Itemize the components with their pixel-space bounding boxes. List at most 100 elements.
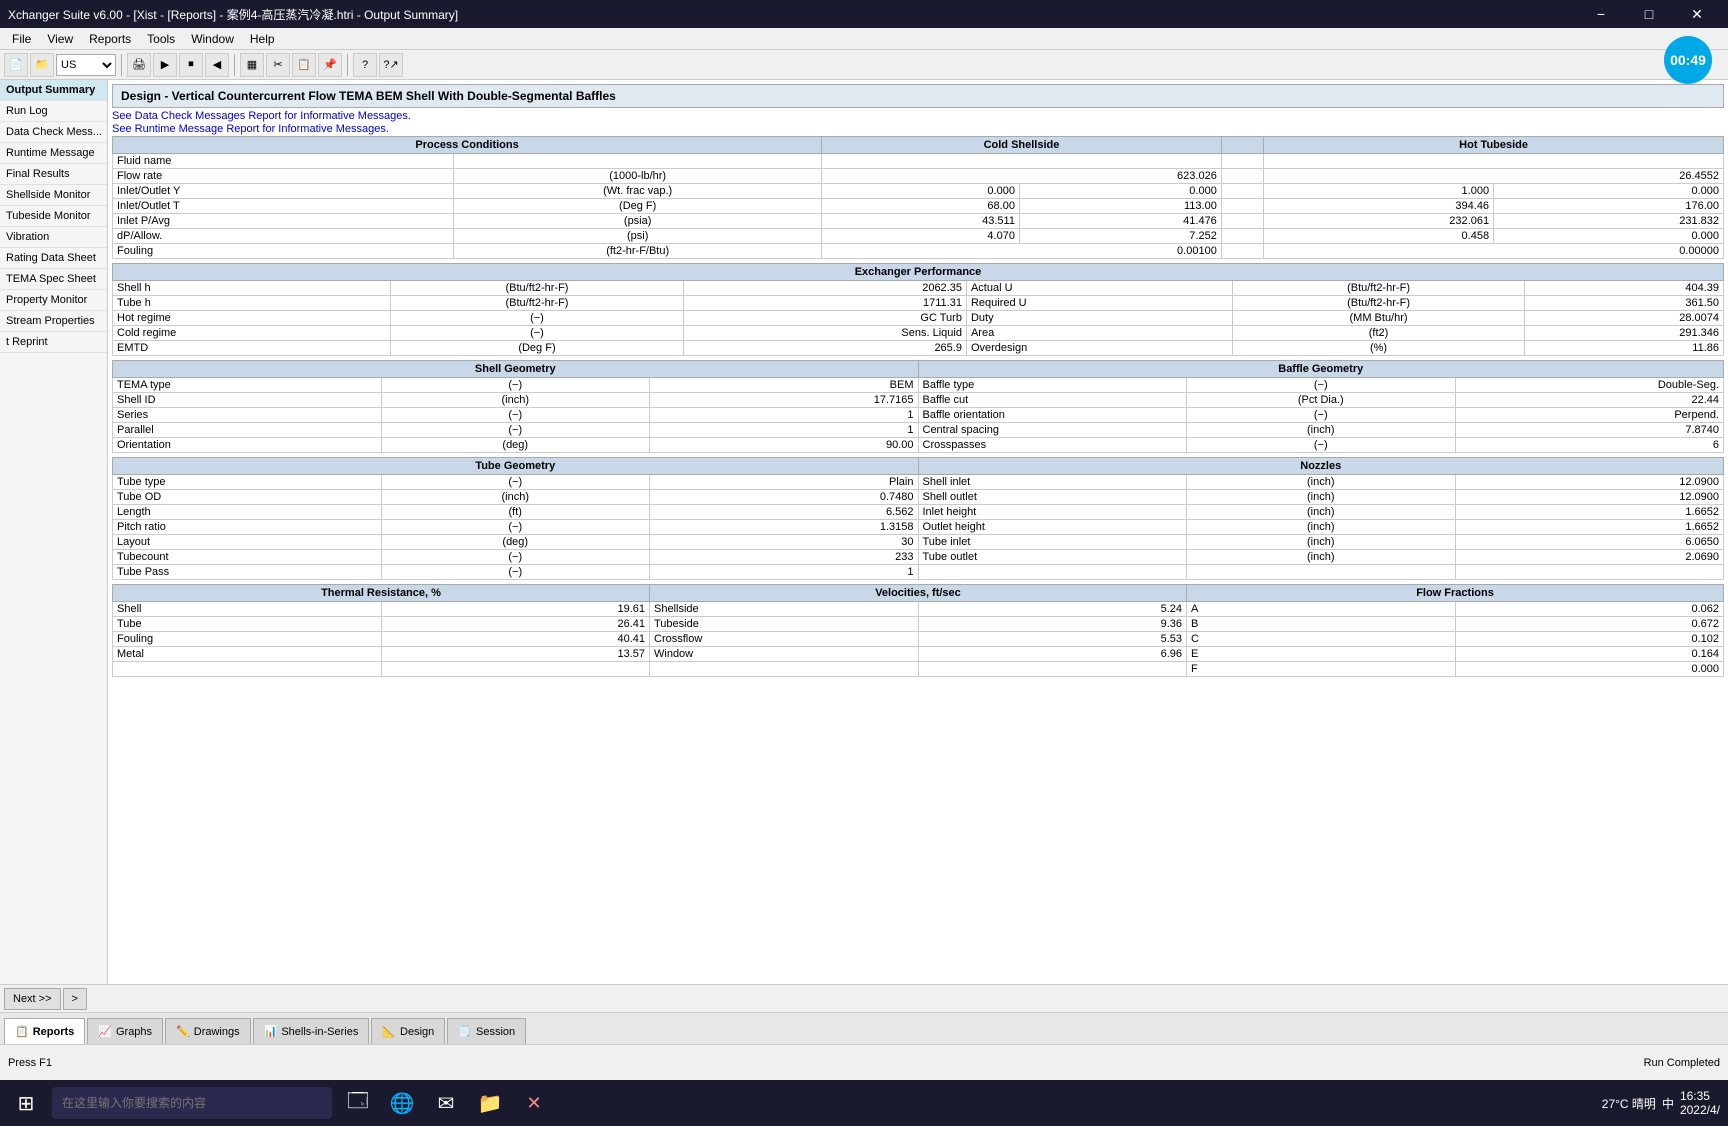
status-bar: Press F1 Run Completed xyxy=(0,1044,1728,1080)
taskbar-files[interactable]: 📁 xyxy=(472,1085,508,1121)
toolbar-help[interactable]: ? xyxy=(353,53,377,77)
lang-label: 中 xyxy=(1662,1095,1674,1112)
table-row: Shell h (Btu/ft2-hr-F) 2062.35 Actual U … xyxy=(113,281,1724,296)
tab-session[interactable]: 🗒️ Session xyxy=(447,1018,526,1044)
sidebar-item-stream-properties[interactable]: Stream Properties xyxy=(0,311,107,332)
toolbar-cut[interactable]: ✂ xyxy=(266,53,290,77)
toolbar-run[interactable]: ▶ xyxy=(153,53,177,77)
sidebar-item-vibration[interactable]: Vibration xyxy=(0,227,107,248)
press-f1-label: Press F1 xyxy=(8,1057,52,1069)
sidebar-item-property-monitor[interactable]: Property Monitor xyxy=(0,290,107,311)
toolbar-open[interactable]: 📁 xyxy=(30,53,54,77)
flow-fractions-header: Flow Fractions xyxy=(1187,585,1724,602)
arrow-button[interactable]: > xyxy=(63,988,87,1010)
window-controls: − □ ✕ xyxy=(1578,0,1720,28)
toolbar-paste[interactable]: 📌 xyxy=(318,53,342,77)
sidebar-item-runtime[interactable]: Runtime Message xyxy=(0,143,107,164)
close-button[interactable]: ✕ xyxy=(1674,0,1720,28)
tab-shells-label: Shells-in-Series xyxy=(281,1026,358,1038)
tab-drawings[interactable]: ✏️ Drawings xyxy=(165,1018,251,1044)
table-row: Fluid name xyxy=(113,154,1724,169)
table-row: Orientation(deg)90.00 Crosspasses(−)6 xyxy=(113,438,1724,453)
table-row: Inlet/Outlet Y (Wt. frac vap.) 0.000 0.0… xyxy=(113,184,1724,199)
sidebar-item-shellside-monitor[interactable]: Shellside Monitor xyxy=(0,185,107,206)
toolbar-about[interactable]: ?↗ xyxy=(379,53,403,77)
table-row: Pitch ratio(−)1.3158 Outlet height(inch)… xyxy=(113,520,1724,535)
tab-graphs-label: Graphs xyxy=(116,1026,152,1038)
run-completed-label: Run Completed xyxy=(1644,1057,1720,1069)
taskbar-edge[interactable]: 🌐 xyxy=(384,1085,420,1121)
tab-drawings-label: Drawings xyxy=(194,1026,240,1038)
sidebar-item-tema-spec[interactable]: TEMA Spec Sheet xyxy=(0,269,107,290)
tab-graphs[interactable]: 📈 Graphs xyxy=(87,1018,163,1044)
table-row: TEMA type(−)BEM Baffle type(−)Double-Seg… xyxy=(113,378,1724,393)
sidebar-item-final-results[interactable]: Final Results xyxy=(0,164,107,185)
taskbar-app-windows[interactable]: 🗔 xyxy=(340,1085,376,1121)
velocities-header: Velocities, ft/sec xyxy=(650,585,1187,602)
table-row: Shell ID(inch)17.7165 Baffle cut(Pct Dia… xyxy=(113,393,1724,408)
toolbar-new[interactable]: 📄 xyxy=(4,53,28,77)
menu-help[interactable]: Help xyxy=(242,30,283,48)
menu-bar: File View Reports Tools Window Help xyxy=(0,28,1728,50)
weather-label: 27°C 晴明 xyxy=(1602,1095,1656,1112)
table-row: Length(ft)6.562 Inlet height(inch)1.6652 xyxy=(113,505,1724,520)
toolbar-print[interactable]: 🖨 xyxy=(127,53,151,77)
table-row: Cold regime (−) Sens. Liquid Area (ft2) … xyxy=(113,326,1724,341)
tab-graphs-icon: 📈 xyxy=(98,1025,112,1038)
tab-session-icon: 🗒️ xyxy=(458,1025,472,1038)
table-row: Metal13.57 Window6.96 E0.164 xyxy=(113,647,1724,662)
toolbar-copy[interactable]: 📋 xyxy=(292,53,316,77)
shell-geometry-header: Shell Geometry xyxy=(113,361,919,378)
sep1 xyxy=(121,54,122,76)
hot-tubeside-header: Hot Tubeside xyxy=(1264,137,1724,154)
sep3 xyxy=(347,54,348,76)
table-row: F0.000 xyxy=(113,662,1724,677)
menu-window[interactable]: Window xyxy=(183,30,242,48)
table-row: Tube OD(inch)0.7480 Shell outlet(inch)12… xyxy=(113,490,1724,505)
process-conditions-header: Process Conditions xyxy=(113,137,822,154)
title-bar: Xchanger Suite v6.00 - [Xist - [Reports]… xyxy=(0,0,1728,28)
toolbar-stop[interactable]: ⏹ xyxy=(179,53,203,77)
tab-bar: 📋 Reports 📈 Graphs ✏️ Drawings 📊 Shells-… xyxy=(0,1012,1728,1044)
sidebar-item-output-summary[interactable]: Output Summary xyxy=(0,80,107,101)
table-row: Layout(deg)30 Tube inlet(inch)6.0650 xyxy=(113,535,1724,550)
runtime-link[interactable]: See Runtime Message Report for Informati… xyxy=(112,123,1724,135)
toolbar-back[interactable]: ◀ xyxy=(205,53,229,77)
units-selector[interactable]: US SI xyxy=(56,54,116,76)
content-area: Design - Vertical Countercurrent Flow TE… xyxy=(108,80,1728,984)
tab-shells-icon: 📊 xyxy=(264,1025,278,1038)
menu-tools[interactable]: Tools xyxy=(139,30,183,48)
taskbar-xist[interactable]: ✕ xyxy=(516,1085,552,1121)
cold-shellside-header: Cold Shellside xyxy=(822,137,1222,154)
minimize-button[interactable]: − xyxy=(1578,0,1624,28)
sidebar-item-data-check[interactable]: Data Check Mess... xyxy=(0,122,107,143)
tube-geometry-header: Tube Geometry xyxy=(113,458,919,475)
tab-drawings-icon: ✏️ xyxy=(176,1025,190,1038)
window-title: Xchanger Suite v6.00 - [Xist - [Reports]… xyxy=(8,6,1578,23)
start-button[interactable]: ⊞ xyxy=(8,1085,44,1121)
table-row: Tube Pass(−)1 xyxy=(113,565,1724,580)
tab-reports-icon: 📋 xyxy=(15,1025,29,1038)
taskbar-search[interactable] xyxy=(52,1087,332,1119)
table-row: Inlet P/Avg (psia) 43.511 41.476 232.061… xyxy=(113,214,1724,229)
tab-design[interactable]: 📐 Design xyxy=(371,1018,445,1044)
sidebar-item-run-log[interactable]: Run Log xyxy=(0,101,107,122)
sidebar-item-rating[interactable]: Rating Data Sheet xyxy=(0,248,107,269)
tab-reports[interactable]: 📋 Reports xyxy=(4,1018,85,1044)
menu-file[interactable]: File xyxy=(4,30,39,48)
next-button[interactable]: Next >> xyxy=(4,988,61,1010)
systray: 27°C 晴明 中 16:35 2022/4/ xyxy=(1602,1089,1720,1117)
maximize-button[interactable]: □ xyxy=(1626,0,1672,28)
sidebar-item-reprint[interactable]: t Reprint xyxy=(0,332,107,353)
sidebar-item-tubeside-monitor[interactable]: Tubeside Monitor xyxy=(0,206,107,227)
menu-reports[interactable]: Reports xyxy=(81,30,139,48)
menu-view[interactable]: View xyxy=(39,30,81,48)
data-check-link[interactable]: See Data Check Messages Report for Infor… xyxy=(112,110,1724,122)
table-row: Hot regime (−) GC Turb Duty (MM Btu/hr) … xyxy=(113,311,1724,326)
tab-shells-in-series[interactable]: 📊 Shells-in-Series xyxy=(253,1018,370,1044)
table-row: Parallel(−)1 Central spacing(inch)7.8740 xyxy=(113,423,1724,438)
geometry-table: Shell Geometry Baffle Geometry TEMA type… xyxy=(112,360,1724,453)
taskbar-mail[interactable]: ✉ xyxy=(428,1085,464,1121)
toolbar-grid[interactable]: ▦ xyxy=(240,53,264,77)
taskbar: ⊞ 🗔 🌐 ✉ 📁 ✕ 27°C 晴明 中 16:35 2022/4/ xyxy=(0,1080,1728,1126)
